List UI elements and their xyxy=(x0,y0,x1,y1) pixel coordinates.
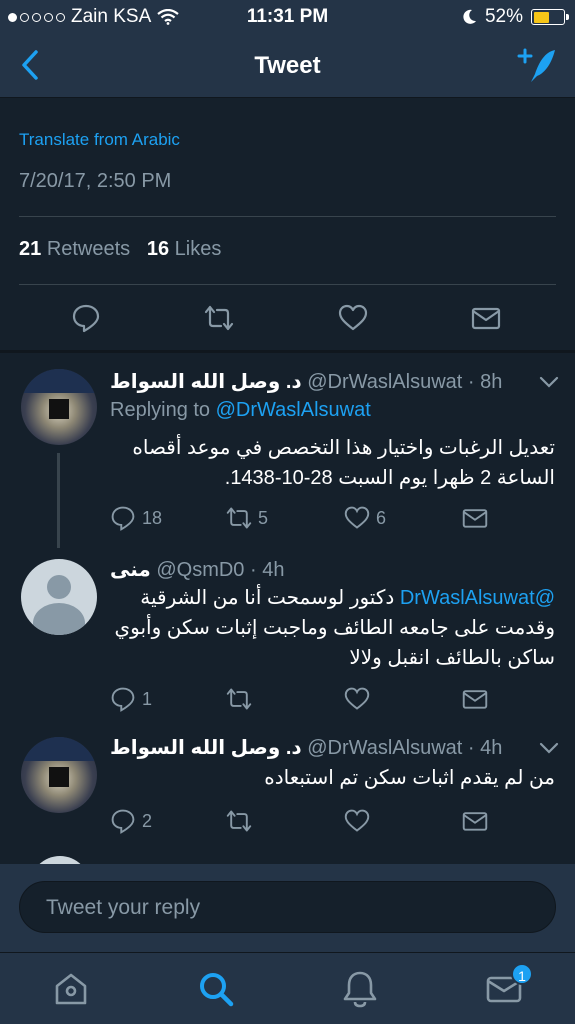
heart-icon xyxy=(344,506,370,529)
heart-icon xyxy=(344,687,370,710)
dm-button[interactable] xyxy=(462,808,488,834)
compose-tweet-icon[interactable] xyxy=(517,46,561,86)
chevron-down-icon[interactable] xyxy=(539,741,559,755)
dm-button[interactable] xyxy=(462,686,488,712)
reply-count: 2 xyxy=(142,810,153,831)
like-button[interactable] xyxy=(344,686,376,712)
reply-text: @DrWaslAlsuwat دكتور لوسمحت أنا من الشرق… xyxy=(110,583,555,673)
like-count: 6 xyxy=(376,507,387,528)
avatar[interactable] xyxy=(21,369,97,445)
replying-to-link[interactable]: @DrWaslAlsuwat xyxy=(216,399,371,421)
retweet-button[interactable] xyxy=(226,808,258,834)
translate-link[interactable]: Translate from Arabic xyxy=(19,130,180,150)
messages-badge: 1 xyxy=(511,963,533,985)
reply-meta: @DrWaslAlsuwat · 8h xyxy=(307,371,503,393)
avatar[interactable] xyxy=(21,559,97,635)
reply-icon xyxy=(111,809,135,834)
retweet-button[interactable] xyxy=(226,686,258,712)
reply-text: من لم يقدم اثبات سكن تم استبعاده xyxy=(264,767,555,789)
tweet-actions xyxy=(0,303,575,339)
retweets-label[interactable]: Retweets xyxy=(47,238,130,260)
moon-icon xyxy=(463,9,476,24)
battery-percent: 52% xyxy=(484,6,523,27)
reply-count: 1 xyxy=(142,688,153,709)
reply-header: منى @QsmD0 · 4h xyxy=(110,557,284,582)
retweet-button[interactable]: 5 xyxy=(226,505,268,531)
share-mail-icon xyxy=(462,509,488,528)
divider xyxy=(19,216,556,217)
like-button[interactable]: 6 xyxy=(344,505,386,531)
tweet-detail: Translate from Arabic 7/20/17, 2:50 PM 2… xyxy=(0,98,575,350)
reply-author-name[interactable]: منى xyxy=(110,559,151,581)
reply-header: د. وصل الله السواط @DrWaslAlsuwat · 8h xyxy=(110,369,502,394)
reply-item[interactable]: د. وصل الله السواط @DrWaslAlsuwat · 8h R… xyxy=(0,353,575,548)
reply-meta: @DrWaslAlsuwat · 4h xyxy=(307,737,503,759)
reply-button[interactable]: 18 xyxy=(110,505,162,531)
like-button[interactable] xyxy=(344,808,376,834)
tweet-stats: 21 Retweets 16 Likes xyxy=(19,238,221,261)
reply-mention[interactable]: @DrWaslAlsuwat xyxy=(400,587,555,609)
page-title: Tweet xyxy=(254,52,321,79)
tab-bar: 1 xyxy=(0,952,575,1024)
retweet-icon xyxy=(226,507,252,529)
heart-icon xyxy=(344,809,370,832)
retweet-icon xyxy=(226,688,252,710)
reply-actions: 2 xyxy=(110,808,490,838)
bell-icon[interactable] xyxy=(340,969,380,1009)
retweet-icon xyxy=(226,810,252,832)
search-icon[interactable] xyxy=(196,969,236,1009)
home-icon[interactable] xyxy=(51,969,91,1009)
reply-text: تعديل الرغبات واختيار هذا التخصص في موعد… xyxy=(132,437,555,489)
reply-item[interactable]: منى @QsmD0 · 4h @DrWaslAlsuwat دكتور لوس… xyxy=(0,543,575,721)
likes-count[interactable]: 16 xyxy=(147,238,169,260)
reply-count: 18 xyxy=(142,507,163,528)
retweet-count: 5 xyxy=(258,507,269,528)
share-mail-icon xyxy=(462,812,488,831)
reply-button[interactable]: 1 xyxy=(110,686,152,712)
reply-author-name[interactable]: د. وصل الله السواط xyxy=(110,737,302,759)
retweets-count[interactable]: 21 xyxy=(19,238,41,260)
reply-actions: 1 xyxy=(110,686,490,716)
likes-label[interactable]: Likes xyxy=(175,238,222,260)
thread-line xyxy=(57,453,60,548)
reply-icon[interactable] xyxy=(71,303,101,333)
reply-icon xyxy=(111,687,135,712)
chevron-down-icon[interactable] xyxy=(539,375,559,389)
reply-header: د. وصل الله السواط @DrWaslAlsuwat · 4h xyxy=(110,735,502,760)
dm-button[interactable] xyxy=(462,505,488,531)
replying-prefix: Replying to xyxy=(110,399,211,421)
reply-input[interactable]: Tweet your reply xyxy=(19,881,556,933)
heart-icon[interactable] xyxy=(338,303,368,333)
status-bar: Zain KSA 11:31 PM 52% xyxy=(0,0,575,32)
retweet-icon[interactable] xyxy=(204,303,234,333)
battery-icon xyxy=(531,9,569,25)
nav-bar: Tweet xyxy=(0,32,575,98)
reply-button[interactable]: 2 xyxy=(110,808,152,834)
divider xyxy=(19,284,556,285)
reply-composer-bar: Tweet your reply xyxy=(0,864,575,952)
status-right: 52% xyxy=(463,6,569,28)
avatar[interactable] xyxy=(21,737,97,813)
tweet-timestamp: 7/20/17, 2:50 PM xyxy=(19,170,172,192)
share-mail-icon[interactable] xyxy=(471,303,501,333)
replying-to: Replying to @DrWaslAlsuwat xyxy=(110,399,371,422)
reply-author-name[interactable]: د. وصل الله السواط xyxy=(110,371,302,393)
reply-item[interactable]: د. وصل الله السواط @DrWaslAlsuwat · 4h م… xyxy=(0,721,575,856)
reply-actions: 18 5 6 xyxy=(110,505,490,535)
share-mail-icon xyxy=(462,690,488,709)
reply-meta: @QsmD0 · 4h xyxy=(156,559,285,581)
reply-icon xyxy=(111,506,135,531)
reply-placeholder: Tweet your reply xyxy=(46,896,201,919)
